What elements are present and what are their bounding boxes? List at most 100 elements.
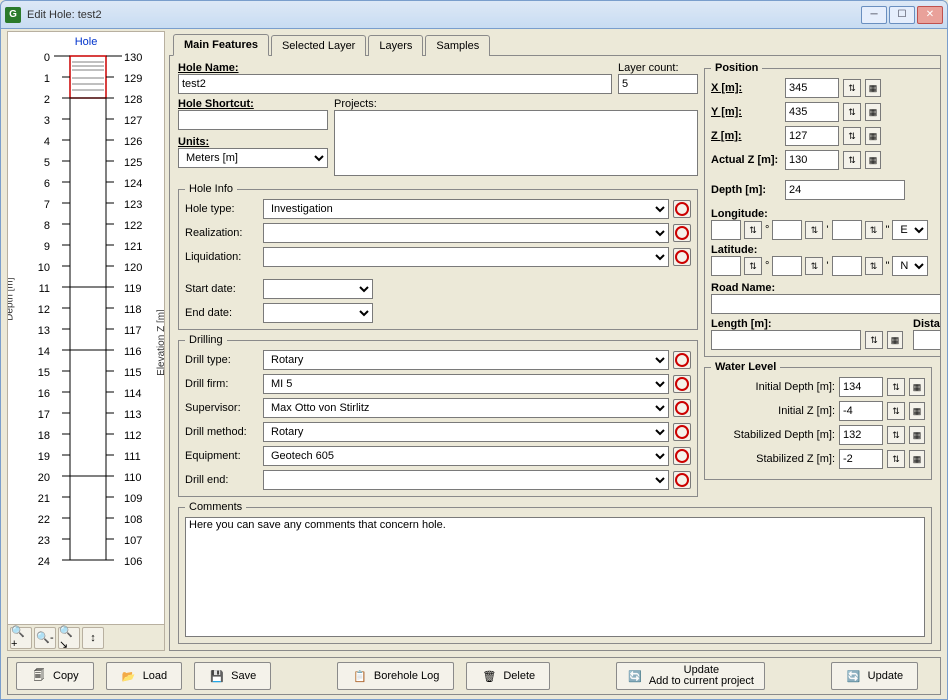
borehole-log-button[interactable]: 📋Borehole Log [337,662,454,690]
length-step-icon[interactable]: ⇅ [865,331,883,349]
road-name-select[interactable] [711,294,941,314]
delete-button[interactable]: 🗑Delete [466,662,550,690]
maximize-button[interactable]: ☐ [889,6,915,24]
units-select[interactable]: Meters [m] [178,148,328,168]
svg-text:13: 13 [38,325,50,337]
zoom-out-button[interactable]: 🔍- [34,627,56,649]
actual-z-calc-icon[interactable]: ▦ [865,151,881,169]
equipment-select[interactable]: Geotech 605 [263,446,669,466]
x-step-icon[interactable]: ⇅ [843,79,861,97]
svg-text:107: 107 [124,535,142,547]
lat-deg-input[interactable] [711,256,741,276]
z-step-icon[interactable]: ⇅ [843,127,861,145]
y-step-icon[interactable]: ⇅ [843,103,861,121]
drill-end-clear-icon[interactable] [673,471,691,489]
close-button[interactable]: ✕ [917,6,943,24]
lon-deg-input[interactable] [711,220,741,240]
projects-input[interactable] [334,110,698,176]
initial-z-calc-icon[interactable]: ▦ [909,402,925,420]
x-calc-icon[interactable]: ▦ [865,79,881,97]
initial-z-input[interactable] [839,401,883,421]
x-input[interactable] [785,78,839,98]
hole-type-select[interactable]: Investigation [263,199,669,219]
lat-deg-step-icon[interactable]: ⇅ [744,257,762,275]
hole-type-clear-icon[interactable] [673,200,691,218]
zoom-vertical-button[interactable]: ↕ [82,627,104,649]
initial-depth-step-icon[interactable]: ⇅ [887,378,905,396]
supervisor-select[interactable]: Max Otto von Stirlitz [263,398,669,418]
lat-min-input[interactable] [772,256,802,276]
update-add-project-button[interactable]: 🔄 Update Add to current project [616,662,765,690]
lon-sec-input[interactable] [832,220,862,240]
lon-sec-step-icon[interactable]: ⇅ [865,221,883,239]
lat-sec-step-icon[interactable]: ⇅ [865,257,883,275]
svg-text:17: 17 [38,409,50,421]
supervisor-clear-icon[interactable] [673,399,691,417]
tab-main-features[interactable]: Main Features [173,34,269,56]
hole-name-label: Hole Name: [178,62,612,74]
tab-selected-layer[interactable]: Selected Layer [271,35,366,56]
start-date-select[interactable] [263,279,373,299]
comments-input[interactable] [185,517,925,637]
lon-dir-select[interactable]: E [892,220,928,240]
copy-button[interactable]: 🗐Copy [16,662,94,690]
svg-text:23: 23 [38,535,50,547]
lon-deg-step-icon[interactable]: ⇅ [744,221,762,239]
tab-samples[interactable]: Samples [425,35,490,56]
drill-type-clear-icon[interactable] [673,351,691,369]
stabilized-depth-calc-icon[interactable]: ▦ [909,426,925,444]
stabilized-z-step-icon[interactable]: ⇅ [887,450,905,468]
stabilized-depth-step-icon[interactable]: ⇅ [887,426,905,444]
layer-count-input[interactable] [618,74,698,94]
borehole-panel: Hole Depth [m] Elevation Z [m] [7,31,165,651]
length-input[interactable] [711,330,861,350]
lon-min-input[interactable] [772,220,802,240]
load-button[interactable]: 📂Load [106,662,182,690]
equipment-clear-icon[interactable] [673,447,691,465]
liquidation-select[interactable] [263,247,669,267]
drill-firm-select[interactable]: MI 5 [263,374,669,394]
hole-name-input[interactable] [178,74,612,94]
hole-shortcut-input[interactable] [178,110,328,130]
zoom-fit-button[interactable]: 🔍↘ [58,627,80,649]
stabilized-depth-input[interactable] [839,425,883,445]
drill-method-select[interactable]: Rotary [263,422,669,442]
y-input[interactable] [785,102,839,122]
distance-input[interactable] [913,330,941,350]
y-calc-icon[interactable]: ▦ [865,103,881,121]
length-calc-icon[interactable]: ▦ [887,331,903,349]
lat-sec-input[interactable] [832,256,862,276]
drill-method-label: Drill method: [185,426,259,438]
stabilized-z-input[interactable] [839,449,883,469]
drill-method-clear-icon[interactable] [673,423,691,441]
end-date-select[interactable] [263,303,373,323]
initial-depth-input[interactable] [839,377,883,397]
svg-text:2: 2 [44,94,50,106]
depth-input[interactable] [785,180,905,200]
initial-z-step-icon[interactable]: ⇅ [887,402,905,420]
drill-end-select[interactable] [263,470,669,490]
liquidation-clear-icon[interactable] [673,248,691,266]
lon-min-step-icon[interactable]: ⇅ [805,221,823,239]
save-button[interactable]: 💾Save [194,662,271,690]
drill-type-select[interactable]: Rotary [263,350,669,370]
svg-text:121: 121 [124,241,142,253]
svg-text:14: 14 [38,346,50,358]
tab-layers[interactable]: Layers [368,35,423,56]
z-calc-icon[interactable]: ▦ [865,127,881,145]
zoom-in-button[interactable]: 🔍+ [10,627,32,649]
realization-select[interactable] [263,223,669,243]
minimize-button[interactable]: ─ [861,6,887,24]
svg-text:115: 115 [124,367,142,379]
update-button[interactable]: 🔄Update [831,662,918,690]
initial-depth-calc-icon[interactable]: ▦ [909,378,925,396]
svg-text:126: 126 [124,136,142,148]
lat-min-step-icon[interactable]: ⇅ [805,257,823,275]
actual-z-step-icon[interactable]: ⇅ [843,151,861,169]
realization-clear-icon[interactable] [673,224,691,242]
lat-dir-select[interactable]: N [892,256,928,276]
drill-firm-clear-icon[interactable] [673,375,691,393]
actual-z-input[interactable] [785,150,839,170]
stabilized-z-calc-icon[interactable]: ▦ [909,450,925,468]
z-input[interactable] [785,126,839,146]
